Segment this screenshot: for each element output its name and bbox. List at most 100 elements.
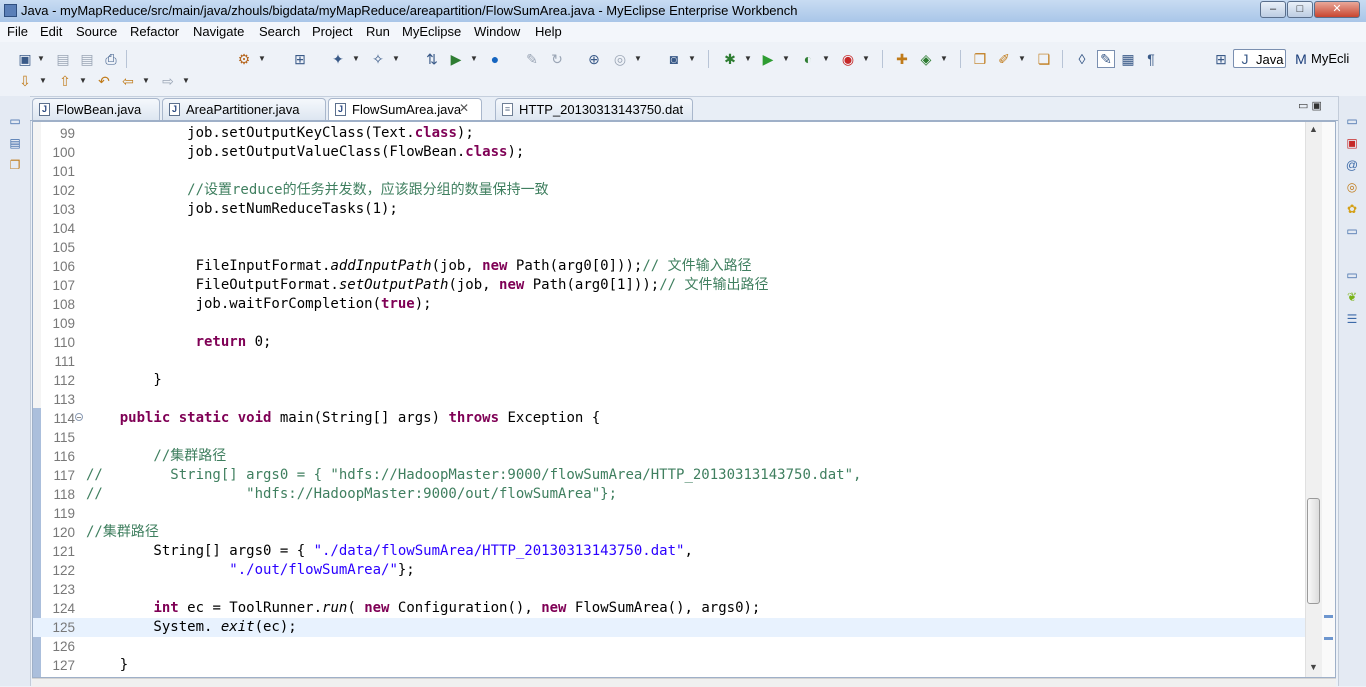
forward-dropdown-icon[interactable]: ▼ [182, 73, 190, 89]
debug-icon[interactable]: ✱ [722, 51, 738, 67]
code-line[interactable]: 112 } [33, 371, 1305, 390]
forward-icon[interactable]: ⇨ [160, 73, 176, 89]
run-icon[interactable]: ▶ [760, 51, 776, 67]
javadoc-icon[interactable]: @ [1345, 158, 1359, 172]
tab-flowbean[interactable]: J FlowBean.java [32, 98, 160, 120]
toggle-breadcrumb-icon[interactable]: ◊ [1074, 51, 1090, 67]
myeclipse-perspective-label[interactable]: MyEcli [1311, 51, 1349, 66]
tasks-icon[interactable]: ❦ [1345, 290, 1359, 304]
coverage-icon[interactable]: ◐ [800, 51, 816, 67]
close-icon[interactable]: ✕ [459, 101, 469, 115]
new-web-dropdown-icon[interactable]: ▼ [392, 51, 400, 67]
code-line[interactable]: 115 [33, 428, 1305, 447]
code-line[interactable]: 124 int ec = ToolRunner.run( new Configu… [33, 599, 1305, 618]
editor-minimize-maximize-icon[interactable]: ▭ ▣ [1298, 99, 1322, 112]
code-line[interactable]: 125 System. exit(ec); [33, 618, 1305, 637]
code-line[interactable]: 118 // "hdfs://HadoopMaster:9000/out/flow… [33, 485, 1305, 504]
menu-myeclipse[interactable]: MyEclipse [402, 24, 461, 39]
last-edit-location-icon[interactable]: ↶ [96, 73, 112, 89]
open-perspective-button-icon[interactable]: ⊞ [1213, 51, 1229, 67]
code-line[interactable]: 117 // String[] args0 = { "hdfs://HadoopM… [33, 466, 1305, 485]
code-line[interactable]: 113 [33, 390, 1305, 409]
previous-annotation-dropdown-icon[interactable]: ▼ [79, 73, 87, 89]
camera-icon[interactable]: ◙ [666, 51, 682, 67]
show-whitespace-icon[interactable]: ¶ [1143, 51, 1159, 67]
browser-icon[interactable]: ● [487, 51, 503, 67]
code-line[interactable]: 107 FileOutputFormat.setOutputPath(job, … [33, 276, 1305, 295]
vertical-scroll-thumb[interactable] [1307, 498, 1320, 604]
globe-dropdown-icon[interactable]: ▼ [634, 51, 642, 67]
hierarchy-icon[interactable]: ❐ [8, 158, 22, 172]
new-package-dropdown-icon[interactable]: ▼ [940, 51, 948, 67]
mark-occurrences-icon[interactable]: ✎ [1097, 50, 1115, 68]
maximize-button[interactable]: □ [1287, 1, 1313, 18]
server-icon[interactable]: ⚙ [236, 51, 252, 67]
camera-dropdown-icon[interactable]: ▼ [688, 51, 696, 67]
package-explorer-icon[interactable]: ▤ [8, 136, 22, 150]
next-annotation-icon[interactable]: ⇩ [17, 73, 33, 89]
menu-search[interactable]: Search [259, 24, 300, 39]
menu-refactor[interactable]: Refactor [130, 24, 179, 39]
new-class-icon[interactable]: ✚ [894, 51, 910, 67]
code-line[interactable]: 116 //集群路径 [33, 447, 1305, 466]
scroll-up-icon[interactable]: ▲ [1309, 124, 1318, 134]
search-dropdown-icon[interactable]: ▼ [1018, 51, 1026, 67]
code-line[interactable]: 123 [33, 580, 1305, 599]
deploy-icon[interactable]: ⇅ [424, 51, 440, 67]
code-editor[interactable]: 99 job.setOutputKeyClass(Text.class); 100… [32, 121, 1336, 678]
code-line[interactable]: 104 [33, 219, 1305, 238]
code-line[interactable]: 121 String[] args0 = { "./data/flowSumAr… [33, 542, 1305, 561]
menu-source[interactable]: Source [76, 24, 117, 39]
save-all-icon[interactable]: ▤ [79, 51, 95, 67]
print-icon[interactable]: ⎙ [103, 51, 119, 67]
overview-marker[interactable] [1324, 637, 1333, 640]
external-tools-dropdown-icon[interactable]: ▼ [862, 51, 870, 67]
myeclipse-perspective-icon[interactable]: M [1293, 51, 1309, 67]
new-project-dropdown-icon[interactable]: ▼ [352, 51, 360, 67]
debug-dropdown-icon[interactable]: ▼ [744, 51, 752, 67]
console-icon[interactable]: ▭ [1345, 224, 1359, 238]
block-selection-icon[interactable]: ▦ [1120, 51, 1136, 67]
menu-help[interactable]: Help [535, 24, 562, 39]
restore-icon[interactable]: ▭ [1345, 268, 1359, 282]
minimize-button[interactable]: – [1260, 1, 1286, 18]
open-type-icon[interactable]: ⊞ [292, 51, 308, 67]
open-folder-icon[interactable]: ❐ [972, 51, 988, 67]
close-window-button[interactable]: ✕ [1314, 1, 1360, 18]
code-line[interactable]: 101 [33, 162, 1305, 181]
code-line[interactable]: 109 [33, 314, 1305, 333]
server-dropdown-icon[interactable]: ▼ [258, 51, 266, 67]
servers-icon[interactable]: ✿ [1345, 202, 1359, 216]
tab-areapartitioner[interactable]: J AreaPartitioner.java [162, 98, 326, 120]
search-icon[interactable]: ✐ [996, 51, 1012, 67]
next-annotation-dropdown-icon[interactable]: ▼ [39, 73, 47, 89]
code-line[interactable]: 127 } [33, 656, 1305, 675]
open-task-icon[interactable]: ❏ [1036, 51, 1052, 67]
new-web-project-icon[interactable]: ✧ [370, 51, 386, 67]
tab-flowsumarea[interactable]: J FlowSumArea.java ✕ [328, 98, 482, 120]
new-java-project-icon[interactable]: ✦ [330, 51, 346, 67]
run-server-dropdown-icon[interactable]: ▼ [470, 51, 478, 67]
code-line[interactable]: 122 "./out/flowSumArea/"}; [33, 561, 1305, 580]
menu-edit[interactable]: Edit [40, 24, 62, 39]
code-line[interactable]: 111 [33, 352, 1305, 371]
restore-icon[interactable]: ▭ [1345, 114, 1359, 128]
back-icon[interactable]: ⇦ [120, 73, 136, 89]
menu-navigate[interactable]: Navigate [193, 24, 244, 39]
run-server-icon[interactable]: ▶ [448, 51, 464, 67]
code-line[interactable]: 103 job.setNumReduceTasks(1); [33, 200, 1305, 219]
fold-toggle-icon[interactable]: − [75, 413, 83, 422]
code-line[interactable]: 119 [33, 504, 1305, 523]
save-icon[interactable]: ▤ [55, 51, 71, 67]
external-tools-icon[interactable]: ◉ [840, 51, 856, 67]
new-icon[interactable]: ▣ [17, 51, 33, 67]
globe-icon[interactable]: ◎ [612, 51, 628, 67]
outline-icon[interactable]: ☰ [1345, 312, 1359, 326]
menu-run[interactable]: Run [366, 24, 390, 39]
refresh-icon[interactable]: ↻ [549, 51, 565, 67]
tab-http-dat[interactable]: ≡ HTTP_20130313143750.dat [495, 98, 693, 120]
run-dropdown-icon[interactable]: ▼ [782, 51, 790, 67]
restore-icon[interactable]: ▭ [8, 114, 22, 128]
declaration-icon[interactable]: ◎ [1345, 180, 1359, 194]
code-line[interactable]: 108 job.waitForCompletion(true); [33, 295, 1305, 314]
